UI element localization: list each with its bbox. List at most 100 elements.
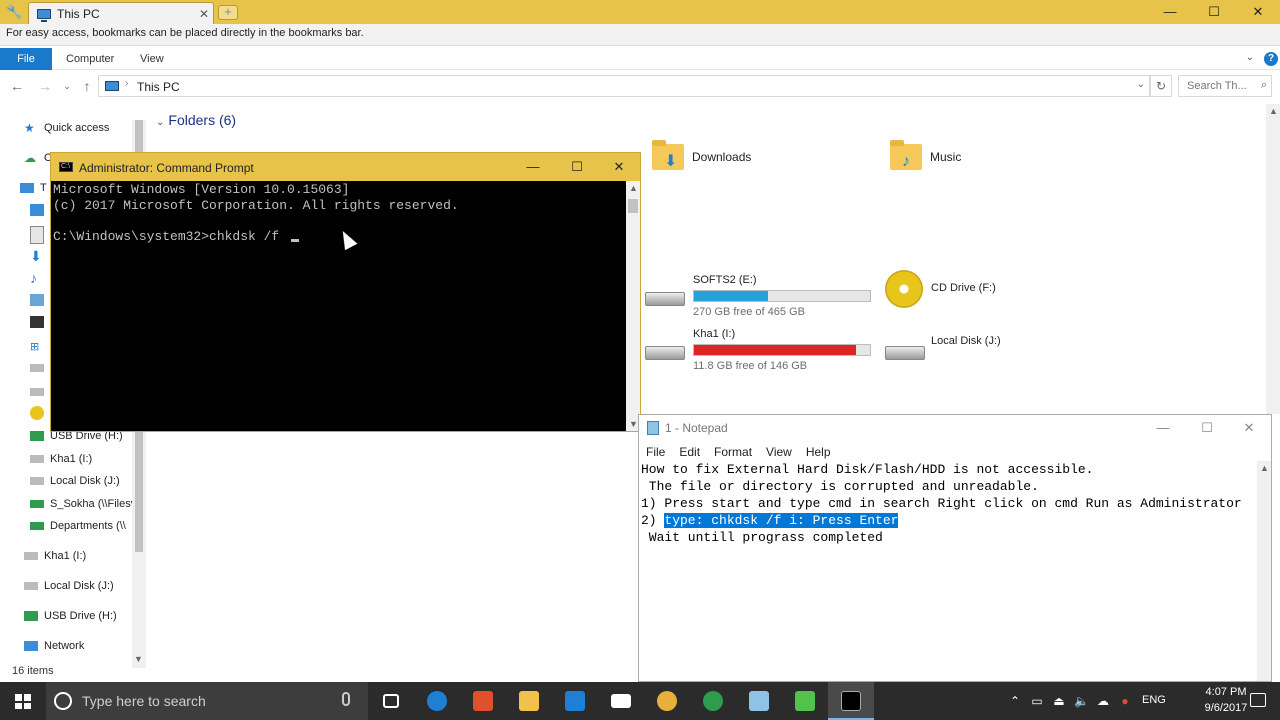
cd-drive-icon [885,270,923,308]
show-hidden-icons-icon[interactable]: ⌃ [1008,694,1022,708]
taskbar-app-button[interactable] [644,682,690,720]
menu-help[interactable]: Help [799,443,838,461]
explorer-scrollbar[interactable]: ▲ [1266,104,1280,414]
hard-drive-icon [885,346,925,360]
notepad-titlebar[interactable]: 1 - Notepad — ☐ ✕ [639,415,1271,441]
browser-minimize-button[interactable]: — [1148,0,1192,24]
notepad-text-area[interactable]: How to fix External Hard Disk/Flash/HDD … [641,461,1257,681]
back-arrow-icon[interactable]: ← [8,77,26,95]
ribbon-file-tab[interactable]: File [0,48,52,70]
cmd-console[interactable]: Microsoft Windows [Version 10.0.15063] (… [51,181,626,431]
start-button[interactable] [0,682,46,720]
refresh-icon[interactable]: ↻ [1150,75,1172,97]
taskbar-app-button[interactable] [690,682,736,720]
windows-drive-icon[interactable]: ⊞ [30,340,44,358]
taskbar-search-box[interactable]: Type here to search [46,682,368,720]
scroll-down-icon[interactable]: ▼ [629,419,638,429]
menu-view[interactable]: View [759,443,799,461]
cmd-scrollbar[interactable]: ▲ ▼ [626,181,640,431]
search-input[interactable]: Search Th... ⌕ [1178,75,1272,97]
notepad-close-button[interactable]: ✕ [1227,415,1271,441]
taskbar-app-button[interactable] [460,682,506,720]
desktop-icon[interactable] [30,204,44,216]
browser-close-button[interactable]: ✕ [1236,0,1280,24]
nav-item-onedrive[interactable]: ☁ O [24,148,53,168]
clock-time[interactable]: 4:07 PM [1196,686,1256,698]
microphone-icon[interactable] [342,692,350,706]
cd-drive-icon[interactable] [30,406,44,420]
clock-date[interactable]: 9/6/2017 [1196,702,1256,714]
nav-item-kha1[interactable]: Kha1 (I:) [30,449,92,469]
taskbar-app-button[interactable] [598,682,644,720]
new-tab-button[interactable]: + [218,5,238,20]
drive-icon[interactable] [30,388,44,396]
browser-tab-this-pc[interactable]: This PC ✕ [28,2,214,24]
notepad-scrollbar[interactable]: ▲ [1257,461,1271,681]
ribbon-tab-view[interactable]: View [140,48,164,70]
downloads-icon[interactable]: ⬇ [30,248,44,266]
address-bar[interactable]: › This PC ⌄ [98,75,1150,97]
cmd-close-button[interactable]: ✕ [597,153,641,181]
command-prompt-window[interactable]: C:\ Administrator: Command Prompt — ☐ ✕ … [50,152,641,432]
address-dropdown-icon[interactable]: ⌄ [1137,79,1145,90]
wrench-icon[interactable]: 🔧 [6,4,22,20]
nav-item-network-share-sokha[interactable]: S_Sokha (\\Filesv [30,494,136,514]
cmd-scroll-thumb[interactable] [628,199,638,213]
taskbar-app-button[interactable] [368,682,414,720]
usb-eject-icon[interactable]: ⏏ [1052,694,1066,708]
folders-group-header[interactable]: ⌄ Folders (6) [156,112,236,128]
nav-item-local-disk[interactable]: Local Disk (J:) [30,471,120,491]
notepad-window[interactable]: 1 - Notepad — ☐ ✕ File Edit Format View … [638,414,1272,682]
nav-item-label: USB Drive (H:) [44,610,117,622]
collapse-chevron-icon[interactable]: ⌄ [156,117,164,128]
nav-item-network[interactable]: Network [24,636,84,656]
forward-arrow-icon[interactable]: → [36,77,54,95]
browser-maximize-button[interactable]: ☐ [1192,0,1236,24]
recent-locations-icon[interactable]: ⌄ [60,77,74,95]
videos-icon[interactable] [30,316,44,328]
nav-item-this-pc[interactable]: T [20,178,47,198]
nav-item-usb-drive-root[interactable]: USB Drive (H:) [24,606,117,626]
scroll-up-icon[interactable]: ▲ [1269,106,1278,116]
nav-item-network-share-departments[interactable]: Departments (\\ [30,516,126,536]
menu-edit[interactable]: Edit [672,443,707,461]
folder-downloads[interactable]: ⬇ Downloads [652,140,751,170]
notepad-maximize-button[interactable]: ☐ [1185,415,1229,441]
taskbar-app-button[interactable] [782,682,828,720]
nav-item-kha1-root[interactable]: Kha1 (I:) [24,546,86,566]
menu-format[interactable]: Format [707,443,759,461]
cmd-titlebar[interactable]: C:\ Administrator: Command Prompt — ☐ ✕ [51,153,640,181]
breadcrumb-separator-icon[interactable]: › [125,78,128,89]
scroll-down-icon[interactable]: ▼ [134,654,143,664]
music-icon[interactable]: ♪ [30,270,44,288]
nav-item-quick-access[interactable]: ★ Quick access [24,118,109,138]
ribbon-expand-icon[interactable]: ⌄ [1246,52,1254,63]
folder-music[interactable]: ♪ Music [890,140,961,170]
onedrive-icon[interactable]: ☁ [1096,694,1110,708]
security-icon[interactable]: ● [1118,694,1132,708]
close-tab-icon[interactable]: ✕ [195,7,213,21]
text-cursor [291,238,300,242]
network-icon[interactable]: ▭ [1030,694,1044,708]
language-indicator[interactable]: ENG [1142,694,1166,706]
nav-item-local-disk-root[interactable]: Local Disk (J:) [24,576,114,596]
documents-icon[interactable] [30,226,44,244]
notepad-minimize-button[interactable]: — [1141,415,1185,441]
taskbar-app-button[interactable] [552,682,598,720]
scroll-up-icon[interactable]: ▲ [1260,463,1269,473]
taskbar-app-button[interactable] [414,682,460,720]
volume-icon[interactable]: 🔈 [1074,694,1089,708]
drive-icon[interactable] [30,364,44,372]
taskbar-app-button[interactable] [736,682,782,720]
help-icon[interactable]: ? [1264,52,1278,66]
scroll-up-icon[interactable]: ▲ [629,183,638,193]
taskbar-app-button[interactable] [828,682,874,720]
action-center-icon[interactable] [1250,693,1266,707]
taskbar-app-button[interactable] [506,682,552,720]
pictures-icon[interactable] [30,294,44,306]
cmd-minimize-button[interactable]: — [511,153,555,181]
ribbon-tab-computer[interactable]: Computer [66,48,114,70]
up-arrow-icon[interactable]: ↑ [78,77,96,95]
menu-file[interactable]: File [639,443,672,461]
cmd-maximize-button[interactable]: ☐ [555,153,599,181]
